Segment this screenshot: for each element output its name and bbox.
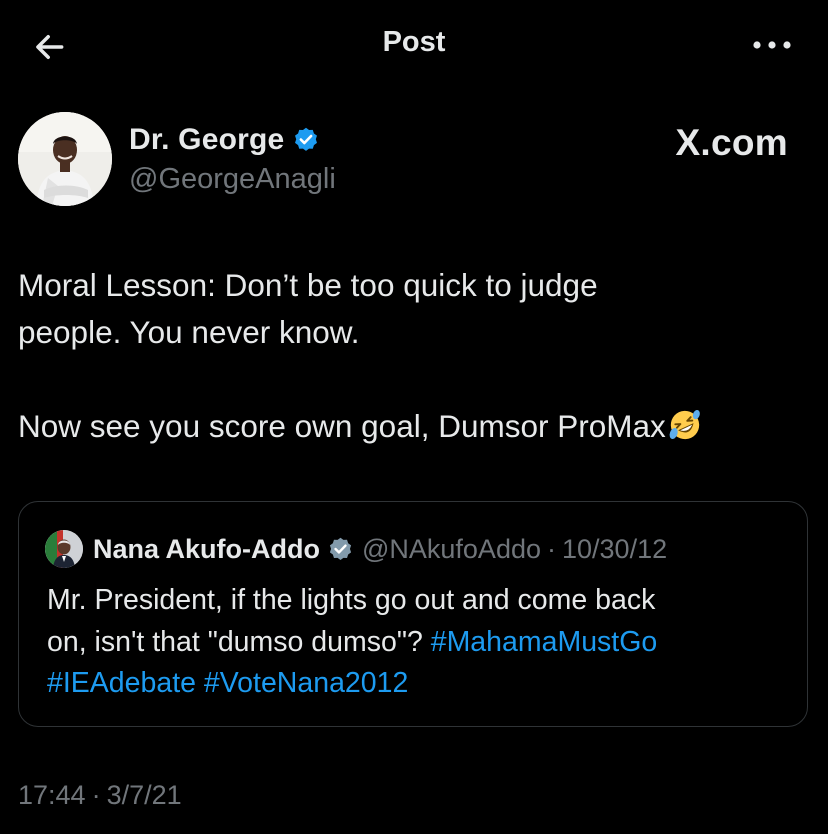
display-name-wrap[interactable]: Dr. George: [129, 123, 320, 157]
hashtag-link[interactable]: #MahamaMustGo: [431, 626, 658, 658]
more-options-button[interactable]: [746, 30, 798, 60]
quoted-line: Mr. President, if the lights go out and …: [47, 584, 656, 616]
quoted-line-2: on, isn't that "dumso dumso"? #MahamaMus…: [47, 622, 787, 664]
quoted-separator: ·: [547, 533, 556, 564]
post-time: 17:44: [18, 780, 86, 810]
post-screen: Post Dr. George @GeorgeAnagli X.com Mora…: [0, 0, 828, 834]
more-horizontal-icon: [753, 41, 791, 49]
top-bar: Post: [0, 0, 828, 90]
hashtag-link[interactable]: #VoteNana2012: [204, 667, 408, 699]
x-watermark: X.com: [675, 122, 788, 163]
post-line-emoji-wrap: Now see you score own goal, Dumsor ProMa…: [18, 403, 808, 450]
display-name: Dr. George: [129, 123, 285, 156]
user-handle[interactable]: @GeorgeAnagli: [129, 163, 336, 196]
quoted-display-name[interactable]: Nana Akufo-Addo: [93, 534, 320, 565]
post-line: Moral Lesson: Don’t be too quick to judg…: [18, 267, 598, 303]
quoted-profile-photo: [45, 530, 83, 568]
quoted-line: on, isn't that "dumso dumso"?: [47, 625, 423, 658]
avatar[interactable]: [18, 112, 112, 206]
post-line: people. You never know.: [18, 314, 360, 350]
post-line: Now see you score own goal, Dumsor ProMa…: [18, 408, 666, 444]
post-date: 3/7/21: [106, 780, 182, 810]
rolling-laughing-emoji-icon: [669, 410, 700, 440]
page-title: Post: [382, 26, 446, 58]
timestamp-separator: ·: [91, 780, 101, 810]
quoted-avatar[interactable]: [45, 530, 83, 568]
profile-photo: [18, 112, 112, 206]
quoted-handle[interactable]: @NAkufoAddo: [362, 534, 541, 565]
post-timestamp[interactable]: 17:44 · 3/7/21: [18, 780, 182, 811]
gray-verified-badge-icon: [329, 537, 352, 560]
author-row: Dr. George @GeorgeAnagli X.com: [18, 112, 808, 208]
verified-badge-icon: [295, 127, 318, 151]
quoted-date[interactable]: 10/30/12: [562, 534, 667, 565]
quoted-tweet-card[interactable]: Nana Akufo-Addo @NAkufoAddo · 10/30/12 M…: [18, 501, 808, 727]
quoted-tweet-text: Mr. President, if the lights go out and …: [47, 580, 787, 705]
quoted-tweet-header: Nana Akufo-Addo @NAkufoAddo · 10/30/12: [45, 530, 667, 568]
quoted-line-3: #IEAdebate #VoteNana2012: [47, 663, 787, 705]
post-text: Moral Lesson: Don’t be too quick to judg…: [18, 262, 808, 450]
hashtag-link[interactable]: #IEAdebate: [47, 667, 196, 699]
